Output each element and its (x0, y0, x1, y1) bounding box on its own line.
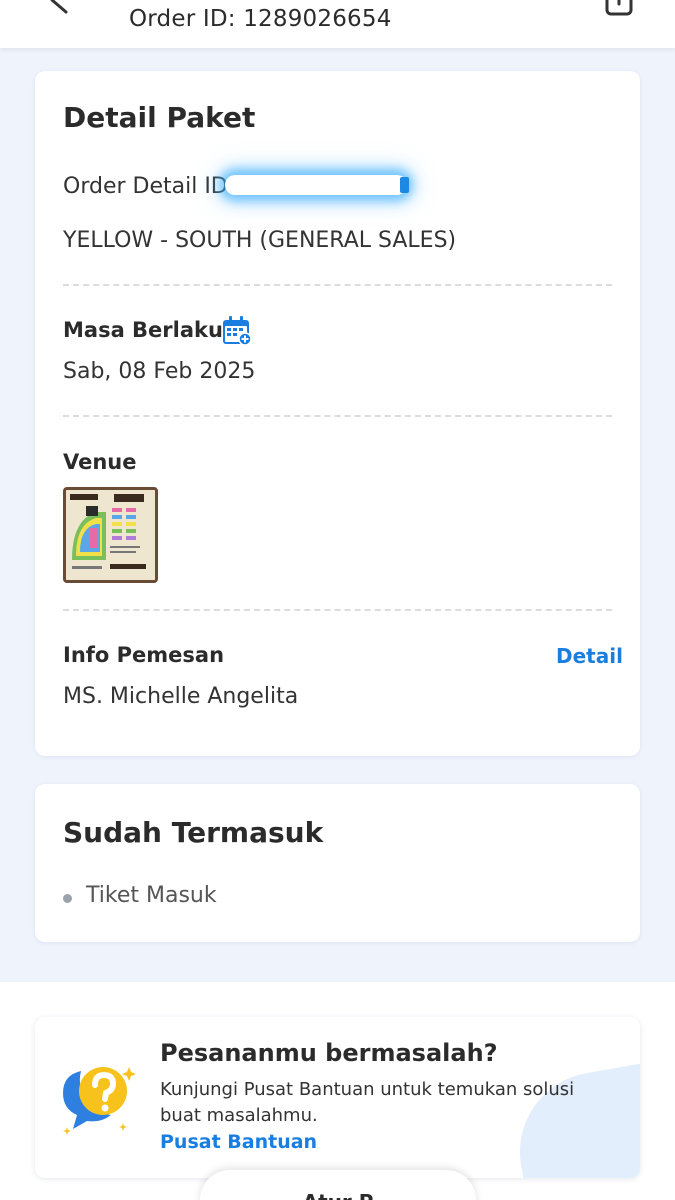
bottom-section: Pesananmu bermasalah? Kunjungi Pusat Ban… (0, 982, 675, 1200)
bullet-icon (63, 894, 72, 903)
share-icon[interactable] (604, 0, 634, 18)
question-bubble-icon (63, 1067, 136, 1135)
redaction-cursor (400, 177, 409, 193)
help-center-card[interactable]: Pesananmu bermasalah? Kunjungi Pusat Ban… (35, 1017, 640, 1178)
help-title: Pesananmu bermasalah? (160, 1039, 498, 1067)
included-card: Sudah Termasuk Tiket Masuk (35, 784, 640, 942)
help-description: Kunjungi Pusat Bantuan untuk temukan sol… (160, 1079, 575, 1126)
included-item: Tiket Masuk (86, 883, 217, 908)
redaction-mark (225, 175, 407, 195)
included-title: Sudah Termasuk (63, 816, 324, 849)
validity-label: Masa Berlaku (63, 318, 223, 342)
booker-info-label: Info Pemesan (63, 643, 225, 667)
manage-order-button-label: Atur P (200, 1190, 476, 1200)
calendar-add-icon[interactable] (222, 316, 252, 346)
booker-detail-link[interactable]: Detail (556, 644, 623, 668)
package-detail-card: Detail Paket Order Detail ID YELLOW - SO… (35, 71, 640, 756)
order-id-title: Order ID: 1289026654 (129, 6, 392, 32)
validity-date: Sab, 08 Feb 2025 (63, 359, 256, 384)
divider (63, 284, 612, 286)
package-name: YELLOW - SOUTH (GENERAL SALES) (63, 228, 457, 253)
manage-order-button[interactable]: Atur P (200, 1170, 476, 1200)
help-center-link[interactable]: Pusat Bantuan (160, 1131, 317, 1153)
venue-seating-plan-thumbnail[interactable] (63, 487, 158, 583)
divider (63, 609, 612, 611)
package-detail-title: Detail Paket (63, 101, 256, 134)
back-arrow-icon[interactable] (44, 0, 74, 16)
divider (63, 415, 612, 417)
top-app-bar: Order ID: 1289026654 (0, 0, 675, 48)
booker-name: MS. Michelle Angelita (63, 684, 299, 709)
venue-label: Venue (63, 450, 137, 474)
seating-plan-image (66, 490, 155, 580)
order-detail-id-label: Order Detail ID (63, 174, 228, 199)
